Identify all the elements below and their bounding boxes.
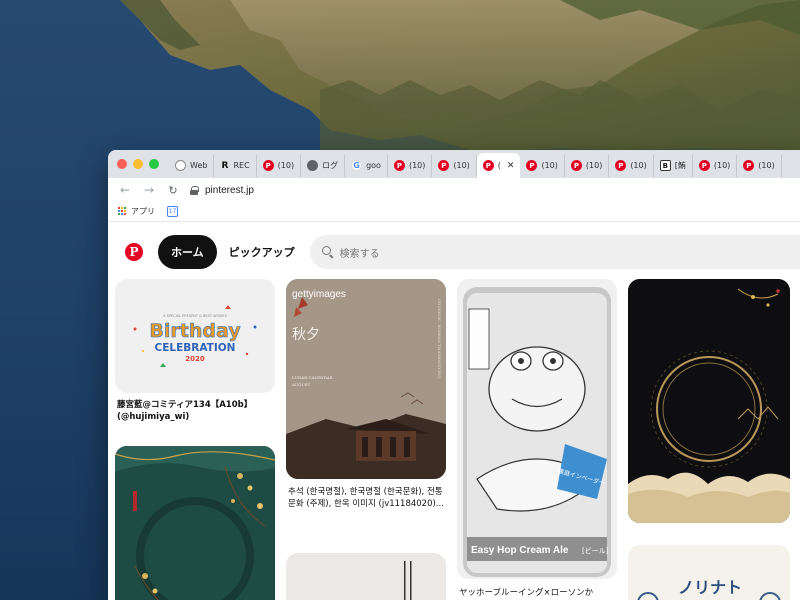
dark-gold-artwork	[628, 279, 790, 523]
search-input[interactable]: 検索する	[340, 245, 380, 260]
web-icon	[175, 160, 186, 171]
pin-caption[interactable]: 藤宮藍@コミティア134【A10b】(@hujimiya_wi)	[117, 399, 277, 423]
birthday-year: 2020	[185, 355, 205, 363]
b-icon: B	[659, 160, 671, 171]
tab-label: (	[497, 161, 501, 170]
pinterest-icon: P	[482, 160, 494, 171]
tab-label: (10)	[277, 161, 295, 170]
close-window-button[interactable]	[117, 159, 127, 169]
tab-label: REC	[233, 161, 250, 170]
tab-b[interactable]: B [鮪	[654, 154, 693, 177]
google-icon: G	[351, 160, 363, 171]
getty-title: 秋夕	[292, 327, 320, 343]
tab-login[interactable]: ログ	[301, 154, 346, 177]
birthday-artwork: A SPECIAL PRESENT & BEST WISHES Birthday…	[133, 305, 257, 367]
tab-label: (10)	[758, 161, 775, 170]
minimize-window-button[interactable]	[133, 159, 143, 169]
pin-noritake[interactable]: ノリナト	[628, 545, 790, 600]
lock-icon[interactable]	[190, 185, 199, 195]
birthday-top-text: A SPECIAL PRESENT & BEST WISHES	[163, 314, 228, 318]
tab-label: (10)	[453, 161, 470, 170]
tab-pinterest[interactable]: P (10)	[609, 154, 654, 177]
getty-artwork: gettyimages 秋夕 LUNAR CALENDAR AUGUST CHU…	[286, 279, 446, 479]
pin-caption[interactable]: ヤッホーブルーイング×ローソンか	[459, 587, 619, 599]
tab-label: (10)	[408, 161, 426, 170]
pinterest-icon: P	[262, 160, 274, 171]
pinterest-icon: P	[570, 160, 582, 171]
tab-pinterest[interactable]: P (10)	[737, 154, 782, 177]
tab-label: (10)	[713, 161, 731, 170]
getty-brand: gettyimages	[292, 289, 346, 300]
browser-window: Web R REC P (10) ログ G goo P (10) P (10) …	[108, 150, 800, 600]
maximize-window-button[interactable]	[149, 159, 159, 169]
tab-label: ログ	[322, 161, 339, 170]
pickup-link[interactable]: ピックアップ	[229, 244, 295, 260]
apps-bookmark-label[interactable]: アプリ	[131, 206, 155, 217]
pinterest-icon: P	[615, 160, 627, 171]
green-gold-artwork	[115, 446, 275, 600]
tab-label: [鮪	[674, 161, 686, 170]
celebration-text: CELEBRATION	[155, 342, 236, 354]
tab-rec[interactable]: R REC	[214, 154, 257, 177]
pinterest-logo-icon[interactable]: P	[125, 243, 143, 261]
window-controls	[117, 159, 159, 169]
pinterest-icon: P	[393, 160, 405, 171]
beer-label: Easy Hop Cream Ale	[471, 545, 569, 556]
pinterest-icon: P	[438, 160, 450, 171]
bookmarks-bar: アプリ 17	[108, 202, 800, 222]
tab-label: (10)	[630, 161, 647, 170]
tab-pinterest-active[interactable]: P ( ✕	[476, 153, 521, 178]
home-button[interactable]: ホーム	[158, 235, 217, 269]
tab-pinterest[interactable]: P (10)	[257, 154, 302, 177]
tab-label: Web	[190, 161, 208, 170]
forward-arrow-icon[interactable]: →	[142, 183, 156, 197]
search-icon	[321, 246, 334, 258]
beer-can-artwork: 裏庭インベーダー Easy Hop Cream Ale [ビール]	[457, 279, 617, 579]
tab-pinterest[interactable]: P (10)	[520, 154, 565, 177]
birthday-text: Birthday	[149, 320, 241, 342]
getty-side-text: CHUSEOK · KOREAN THANKSGIVING	[437, 299, 442, 379]
pinterest-page: P ホーム ピックアップ 検索する A SPECIAL PRESENT & BE…	[108, 223, 800, 600]
pin-green-art[interactable]	[115, 446, 275, 600]
close-tab-icon[interactable]: ✕	[507, 161, 515, 171]
globe-icon	[307, 160, 319, 171]
reload-icon[interactable]: ↻	[166, 184, 180, 197]
pin-gray-card[interactable]	[286, 553, 446, 600]
tab-label: (10)	[541, 161, 558, 170]
pin-getty[interactable]: gettyimages 秋夕 LUNAR CALENDAR AUGUST CHU…	[286, 279, 446, 479]
pinterest-icon: P	[698, 160, 710, 171]
tab-pinterest[interactable]: P (10)	[432, 154, 477, 177]
tab-strip: Web R REC P (10) ログ G goo P (10) P (10) …	[108, 150, 800, 178]
noritake-artwork: ノリナト	[628, 545, 790, 600]
tab-label: (10)	[585, 161, 603, 170]
back-arrow-icon[interactable]: ←	[118, 183, 132, 197]
search-bar[interactable]: 検索する	[309, 235, 800, 269]
pinterest-icon: P	[526, 160, 538, 171]
tab-web[interactable]: Web	[169, 154, 215, 177]
noritake-text: ノリナト	[678, 578, 742, 597]
tabs-row: Web R REC P (10) ログ G goo P (10) P (10) …	[169, 150, 782, 178]
tab-google[interactable]: G goo	[345, 154, 388, 177]
tab-pinterest[interactable]: P (10)	[388, 154, 433, 177]
pin-dark-gold[interactable]	[628, 279, 790, 523]
gray-card-artwork	[404, 561, 412, 600]
pin-caption[interactable]: 추석 (한국명절), 한국명절 (한국문화), 전통문화 (주제), 한옥 이미…	[288, 486, 448, 510]
pin-birthday[interactable]: A SPECIAL PRESENT & BEST WISHES Birthday…	[115, 279, 275, 393]
tab-pinterest[interactable]: P (10)	[693, 154, 738, 177]
getty-sub2: AUGUST	[291, 382, 311, 387]
tab-pinterest[interactable]: P (10)	[565, 154, 610, 177]
browser-toolbar: ← → ↻ pinterest.jp	[108, 178, 800, 202]
apps-grid-icon[interactable]	[118, 207, 127, 216]
address-bar[interactable]: pinterest.jp	[205, 185, 254, 196]
calendar-icon[interactable]: 17	[167, 206, 178, 217]
beer-label-suffix: [ビール]	[582, 546, 609, 555]
r-icon: R	[221, 160, 229, 171]
tab-label: goo	[366, 161, 381, 170]
getty-sub1: LUNAR CALENDAR	[292, 375, 334, 380]
pinterest-icon: P	[743, 160, 755, 171]
pin-beer[interactable]: 裏庭インベーダー Easy Hop Cream Ale [ビール]	[457, 279, 617, 579]
pinterest-header: P ホーム ピックアップ 検索する	[108, 235, 800, 269]
